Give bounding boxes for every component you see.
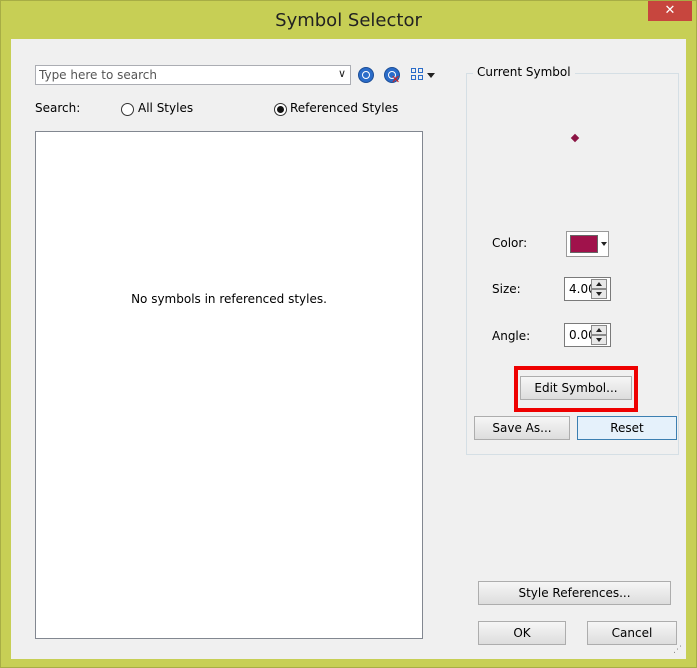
- highlight-box: [514, 366, 638, 412]
- dialog-body: ∨ ✕ Search: All Styles Referenced Styles…: [11, 39, 686, 659]
- chevron-down-icon: [601, 242, 607, 246]
- cancel-button[interactable]: Cancel: [587, 621, 677, 645]
- angle-label: Angle:: [492, 329, 531, 343]
- grid-view-icon: [411, 68, 425, 82]
- symbol-list[interactable]: No symbols in referenced styles.: [35, 131, 423, 639]
- angle-increment-button[interactable]: [591, 325, 607, 335]
- resize-grip-icon[interactable]: ⋰: [673, 645, 682, 655]
- size-stepper[interactable]: [591, 278, 609, 300]
- search-button[interactable]: [356, 65, 376, 85]
- color-picker-button[interactable]: [566, 231, 609, 257]
- ok-button[interactable]: OK: [478, 621, 566, 645]
- close-button[interactable]: ✕: [648, 1, 692, 21]
- style-references-button[interactable]: Style References...: [478, 581, 671, 605]
- title-bar[interactable]: Symbol Selector ✕: [1, 1, 696, 39]
- search-scope-label: Search:: [35, 101, 81, 115]
- view-options-button[interactable]: [408, 65, 435, 85]
- empty-message: No symbols in referenced styles.: [131, 292, 327, 306]
- all-styles-label[interactable]: All Styles: [138, 101, 193, 115]
- chevron-down-icon[interactable]: ∨: [338, 67, 346, 80]
- all-styles-radio[interactable]: [121, 103, 134, 116]
- color-label: Color:: [492, 236, 528, 250]
- current-symbol-title: Current Symbol: [473, 65, 575, 79]
- reset-button[interactable]: Reset: [577, 416, 677, 440]
- angle-decrement-button[interactable]: [591, 335, 607, 345]
- size-increment-button[interactable]: [591, 279, 607, 289]
- chevron-down-icon: [427, 73, 435, 78]
- search-combobox[interactable]: ∨: [35, 65, 351, 85]
- referenced-styles-radio[interactable]: [274, 103, 287, 116]
- window-title: Symbol Selector: [275, 10, 422, 31]
- size-decrement-button[interactable]: [591, 289, 607, 299]
- color-swatch: [570, 235, 598, 253]
- symbol-selector-window: Symbol Selector ✕ ∨ ✕ Search: All Styles…: [0, 0, 697, 668]
- search-icon: [358, 67, 374, 83]
- search-input[interactable]: [36, 66, 192, 84]
- referenced-styles-label[interactable]: Referenced Styles: [290, 101, 398, 115]
- save-as-button[interactable]: Save As...: [474, 416, 570, 440]
- clear-search-button[interactable]: ✕: [382, 65, 402, 86]
- size-label: Size:: [492, 282, 521, 296]
- angle-stepper[interactable]: [591, 324, 609, 346]
